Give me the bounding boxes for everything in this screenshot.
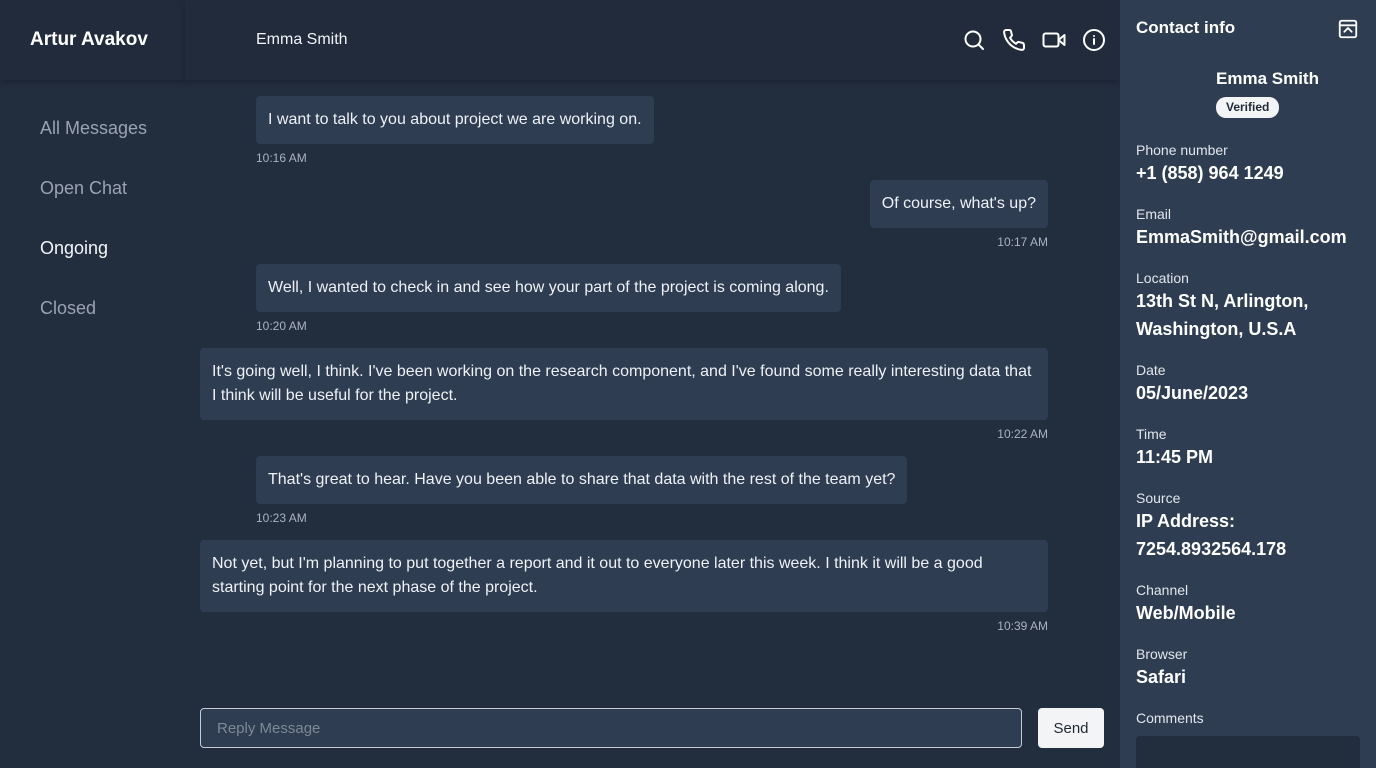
field-value: +1 (858) 964 1249: [1136, 163, 1284, 183]
message-text: Of course, what's up?: [869, 180, 1048, 228]
field-source: Source IP Address: 7254.8932564.178: [1136, 490, 1366, 563]
contact-panel-title: Contact info: [1136, 18, 1236, 37]
sidebar-item-ongoing[interactable]: Ongoing: [40, 234, 150, 262]
phone-icon[interactable]: [1002, 26, 1026, 54]
info-icon[interactable]: [1082, 26, 1106, 54]
header-actions: [962, 26, 1106, 54]
chat-contact-name: Emma Smith: [256, 31, 348, 48]
field-value: Safari: [1136, 667, 1187, 687]
sidebar: Artur Avakov All Messages Open Chat Ongo…: [0, 0, 185, 768]
field-channel: Channel Web/Mobile: [1136, 582, 1366, 627]
field-label: Source: [1136, 490, 1181, 506]
message-text: It's going well, I think. I've been work…: [200, 348, 1048, 420]
field-date: Date 05/June/2023: [1136, 362, 1366, 407]
field-label: Channel: [1136, 582, 1189, 598]
message-item: Well, I wanted to check in and see how y…: [256, 264, 841, 333]
field-phone: Phone number +1 (858) 964 1249: [1136, 142, 1366, 187]
message-time: 10:39 AM: [997, 619, 1048, 633]
field-browser: Browser Safari: [1136, 646, 1366, 691]
message-time: 10:20 AM: [256, 319, 307, 333]
message-time: 10:23 AM: [256, 511, 307, 525]
field-comments: Comments: [1136, 710, 1366, 726]
field-label: Phone number: [1136, 142, 1228, 158]
verified-badge: Verified: [1216, 97, 1280, 118]
message-text: I want to talk to you about project we a…: [256, 96, 654, 144]
chat-header: Emma Smith: [185, 0, 1120, 80]
sidebar-item-closed[interactable]: Closed: [40, 294, 150, 322]
field-label: Email: [1136, 206, 1172, 222]
field-email: Email EmmaSmith@gmail.com: [1136, 206, 1366, 251]
sidebar-item-open-chat[interactable]: Open Chat: [40, 174, 150, 202]
field-value: EmmaSmith@gmail.com: [1136, 227, 1347, 247]
message-item: I want to talk to you about project we a…: [256, 96, 654, 165]
field-value: 05/June/2023: [1136, 383, 1249, 403]
contact-name: Emma Smith: [1216, 69, 1319, 88]
comments-input[interactable]: [1136, 736, 1360, 768]
message-time: 10:22 AM: [997, 427, 1048, 441]
reply-input[interactable]: [200, 708, 1022, 748]
message-text: Well, I wanted to check in and see how y…: [256, 264, 841, 312]
sidebar-nav: All Messages Open Chat Ongoing Closed: [0, 80, 185, 322]
field-location: Location 13th St N, Arlington, Washingto…: [1136, 270, 1366, 343]
message-text: That's great to hear. Have you been able…: [256, 456, 908, 504]
message-list: I want to talk to you about project we a…: [185, 80, 1120, 690]
send-button[interactable]: Send: [1038, 708, 1104, 748]
user-name: Artur Avakov: [0, 0, 185, 80]
reply-bar: Send: [185, 690, 1120, 768]
message-time: 10:17 AM: [997, 235, 1048, 249]
field-value: 13th St N, Arlington, Washington, U.S.A: [1136, 291, 1309, 339]
message-time: 10:16 AM: [256, 151, 307, 165]
video-icon[interactable]: [1042, 26, 1066, 54]
field-label: Location: [1136, 270, 1189, 286]
field-label: Comments: [1136, 710, 1204, 726]
message-item: Not yet, but I'm planning to put togethe…: [200, 540, 1048, 633]
field-value: IP Address: 7254.8932564.178: [1136, 511, 1287, 559]
message-item: Of course, what's up? 10:17 AM: [869, 180, 1048, 249]
field-value: Web/Mobile: [1136, 603, 1236, 623]
search-icon[interactable]: [962, 26, 986, 54]
field-label: Time: [1136, 426, 1167, 442]
message-text: Not yet, but I'm planning to put togethe…: [200, 540, 1048, 612]
contact-panel: Contact info Emma Smith Verified Phone n…: [1120, 0, 1376, 768]
message-item: That's great to hear. Have you been able…: [256, 456, 908, 525]
field-value: 11:45 PM: [1136, 447, 1214, 467]
collapse-panel-icon[interactable]: [1337, 18, 1359, 40]
field-label: Date: [1136, 362, 1166, 378]
message-item: It's going well, I think. I've been work…: [200, 348, 1048, 441]
sidebar-item-all-messages[interactable]: All Messages: [40, 114, 150, 142]
field-time: Time 11:45 PM: [1136, 426, 1366, 471]
field-label: Browser: [1136, 646, 1188, 662]
